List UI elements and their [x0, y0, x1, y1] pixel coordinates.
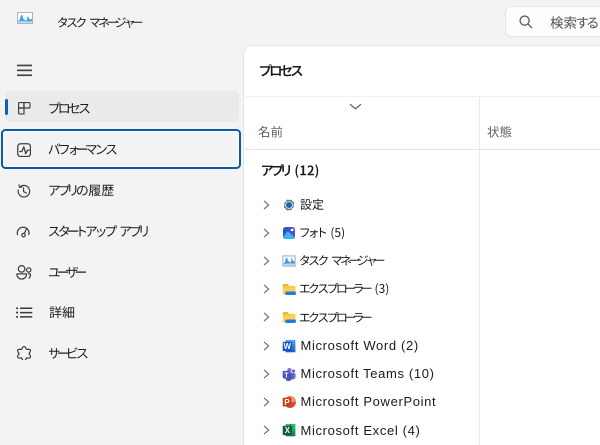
svg-text:X: X: [284, 426, 290, 435]
svg-text:P: P: [284, 398, 289, 407]
svg-text:W: W: [283, 341, 291, 350]
svg-text:T: T: [284, 370, 289, 379]
